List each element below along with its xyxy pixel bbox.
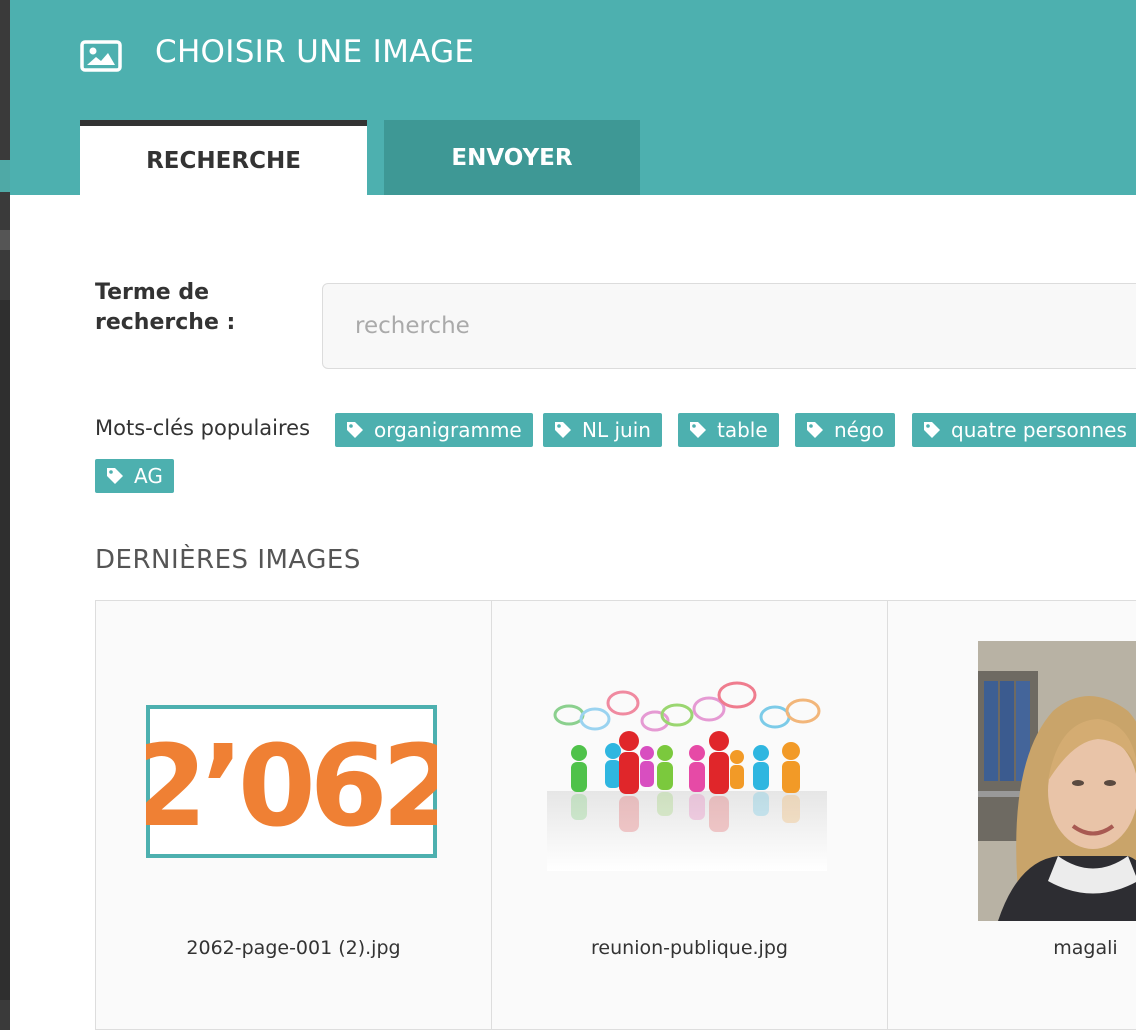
image-caption: magali	[1053, 937, 1118, 959]
tag-organigramme[interactable]: organigramme	[335, 413, 533, 447]
tag-nl-juin[interactable]: NL juin	[543, 413, 662, 447]
search-label: Terme de recherche :	[95, 280, 236, 335]
popular-tags-label: Mots-clés populaires	[95, 416, 311, 440]
tag-icon	[807, 422, 823, 438]
background-strip-accent	[0, 160, 10, 192]
image-caption: reunion-publique.jpg	[591, 937, 788, 959]
tag-icon	[690, 422, 706, 438]
tag-icon	[347, 422, 363, 438]
tag-label: AG	[134, 464, 163, 488]
tag-label: table	[717, 418, 768, 442]
tag-icon	[924, 422, 940, 438]
image-card[interactable]: magali	[888, 601, 1136, 1029]
image-grid: 2’062 2062-page-001 (2).jpg	[95, 600, 1136, 1030]
image-picker-modal: CHOISIR UNE IMAGE RECHERCHE ENVOYER Term…	[10, 0, 1136, 1030]
tag-label: NL juin	[582, 418, 651, 442]
tag-table[interactable]: table	[678, 413, 779, 447]
image-icon	[80, 40, 122, 72]
tag-label: quatre personnes	[951, 418, 1127, 442]
tag-nego[interactable]: négo	[795, 413, 895, 447]
modal-title: CHOISIR UNE IMAGE	[155, 34, 475, 70]
tab-envoyer[interactable]: ENVOYER	[384, 120, 640, 195]
image-thumbnail: 2’062	[146, 705, 437, 858]
thumbnail-text: 2’062	[146, 722, 437, 852]
tag-quatre-personnes[interactable]: quatre personnes	[912, 413, 1136, 447]
image-caption: 2062-page-001 (2).jpg	[186, 937, 401, 959]
image-thumbnail	[978, 641, 1136, 921]
tag-label: organigramme	[374, 418, 522, 442]
image-card[interactable]: reunion-publique.jpg	[492, 601, 888, 1029]
background-strip-dark	[0, 300, 10, 1000]
image-card[interactable]: 2’062 2062-page-001 (2).jpg	[96, 601, 492, 1029]
search-input[interactable]	[322, 283, 1136, 369]
tag-ag[interactable]: AG	[95, 459, 174, 493]
tab-recherche[interactable]: RECHERCHE	[80, 120, 367, 195]
image-thumbnail	[547, 681, 827, 871]
latest-images-title: DERNIÈRES IMAGES	[95, 545, 361, 575]
tag-icon	[555, 422, 571, 438]
modal-header: CHOISIR UNE IMAGE RECHERCHE ENVOYER	[10, 0, 1136, 195]
background-page-strip	[0, 0, 10, 1030]
tag-label: négo	[834, 418, 884, 442]
tag-icon	[107, 468, 123, 484]
background-strip-block	[0, 230, 10, 250]
